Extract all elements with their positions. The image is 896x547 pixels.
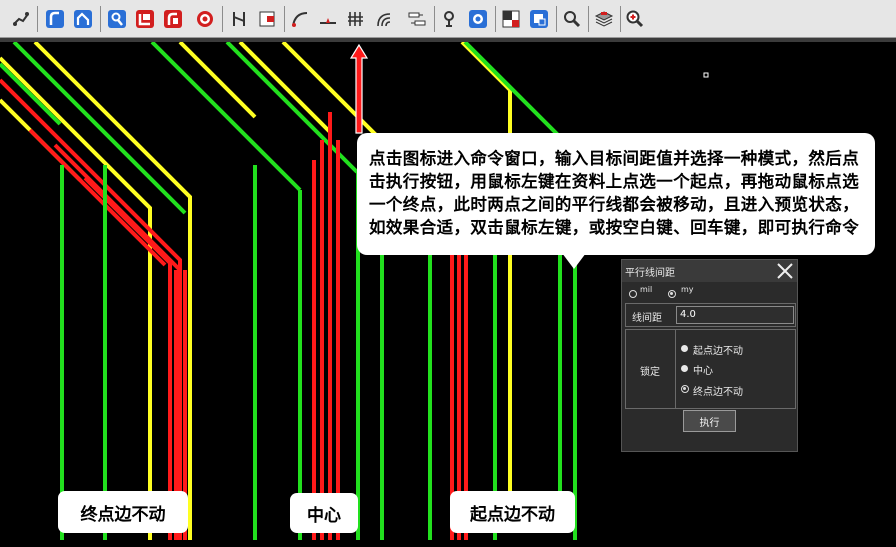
gap-icon[interactable] [316,7,340,31]
wave-icon[interactable] [373,7,397,31]
zoom-icon[interactable] [560,7,584,31]
fit-icon[interactable] [466,7,490,31]
label-end-fixed: 终点边不动 [58,491,188,533]
route-wire-icon[interactable] [9,7,33,31]
execute-button[interactable]: 执行 [683,410,736,432]
option-end-radio[interactable] [681,385,689,393]
toolbar [0,0,896,38]
label-center: 中心 [290,493,358,533]
box-select-icon[interactable] [133,7,157,31]
option-center-radio[interactable] [681,365,688,372]
swap-icon[interactable] [227,7,251,31]
parallel-spacing-icon[interactable] [344,7,368,31]
option-end-label: 终点边不动 [693,387,743,398]
select-square-icon[interactable] [527,7,551,31]
target-icon[interactable] [193,7,217,31]
lock-divider [675,329,676,409]
callout-tail [562,253,586,269]
route-curve-icon[interactable] [43,7,67,31]
push-icon[interactable] [161,7,185,31]
dialog-title: 平行线间距 [625,268,675,279]
option-start-radio[interactable] [681,345,688,352]
lock-label: 锁定 [640,367,660,378]
fanout-icon[interactable] [405,7,429,31]
pointer-arrow-icon [349,43,369,134]
unit-my-radio[interactable] [668,290,676,298]
callout-text: 点击图标进入命令窗口，输入目标间距值并选择一种模式，然后点击执行按钮，用鼠标左键… [369,149,860,237]
unit-my-label: my [681,285,694,294]
pin-probe-icon[interactable] [438,7,462,31]
corner-icon[interactable] [499,7,523,31]
unit-mil-radio[interactable] [629,290,637,298]
layers-icon[interactable] [592,7,616,31]
spacing-label: 线间距 [632,313,662,324]
arc-icon[interactable] [288,7,312,31]
close-icon[interactable] [776,262,794,280]
dialog-titlebar: 平行线间距 [622,260,797,282]
label-start-fixed: 起点边不动 [450,491,575,533]
spacing-input[interactable]: 4.0 [676,306,794,324]
unit-mil-label: mil [640,285,653,294]
instruction-callout: 点击图标进入命令窗口，输入目标间距值并选择一种模式，然后点击执行按钮，用鼠标左键… [357,133,875,255]
option-start-label: 起点边不动 [693,346,743,357]
probe-icon[interactable] [105,7,129,31]
route-bend-icon[interactable] [71,7,95,31]
zoom-in-icon[interactable] [623,7,647,31]
option-center-label: 中心 [693,366,713,377]
cut-icon[interactable] [255,7,279,31]
